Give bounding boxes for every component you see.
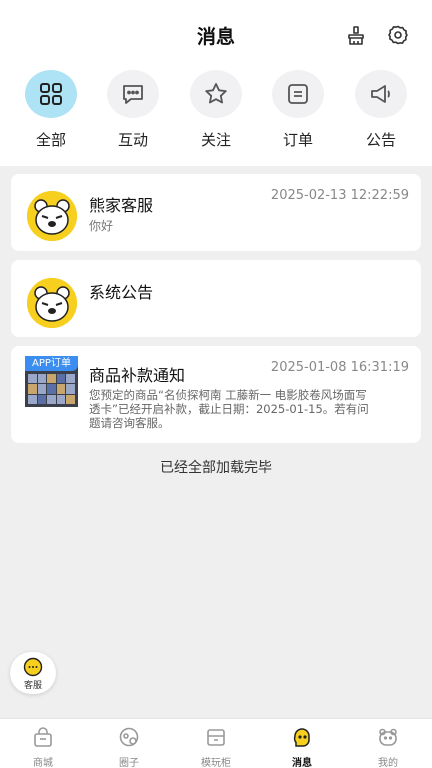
- chat-dots-icon: [23, 657, 43, 677]
- tab-label: 消息: [292, 758, 312, 768]
- message-preview: 你好: [89, 219, 114, 233]
- tab-label: 商城: [33, 758, 53, 768]
- star-icon: [190, 70, 242, 118]
- megaphone-icon: [355, 70, 407, 118]
- order-badge: APP订单: [25, 356, 78, 371]
- tab-label: 关注: [200, 131, 231, 149]
- tab-orders[interactable]: 订单: [263, 70, 333, 150]
- bear-face-icon: [379, 728, 397, 746]
- tab-circle[interactable]: 圈子: [99, 726, 159, 768]
- message-desc-line: 题请咨询客服。: [89, 416, 170, 430]
- tab-me[interactable]: 我的: [358, 726, 418, 768]
- tab-label: 订单: [282, 131, 313, 149]
- tab-shop[interactable]: 商城: [13, 726, 73, 768]
- product-thumbnail: APP订单: [25, 356, 78, 407]
- message-card-system[interactable]: 系统公告: [11, 260, 421, 337]
- all-loaded-text: 已经全部加载完毕: [160, 460, 272, 476]
- message-card-payment[interactable]: APP订单 商品补款通知 2025-01-08 16:31:19 您预定的商品“…: [11, 346, 421, 443]
- tab-label: 模玩柜: [201, 758, 231, 768]
- bear-avatar: [27, 191, 77, 241]
- tab-label: 全部: [35, 131, 66, 149]
- category-tabs: 全部 互动 关注 订单 公告: [0, 70, 432, 150]
- tab-label: 互动: [117, 131, 148, 149]
- tab-label: 公告: [365, 131, 396, 149]
- message-desc-line: 透卡”已经开启补款，截止日期：2025-01-15。若有问: [89, 402, 369, 416]
- cabinet-icon: [207, 729, 225, 746]
- bear-avatar: [27, 278, 77, 328]
- message-icon: [293, 728, 310, 747]
- order-icon: [272, 70, 324, 118]
- tab-messages[interactable]: 消息: [272, 726, 332, 768]
- chat-bubble-icon: [107, 70, 159, 118]
- message-time: 2025-02-13 12:22:59: [270, 188, 409, 203]
- message-card-service[interactable]: 熊家客服 2025-02-13 12:22:59 你好: [11, 174, 421, 251]
- message-sender: 系统公告: [89, 283, 154, 302]
- message-sender: 熊家客服: [89, 196, 154, 215]
- header-area: 消息 全部 互动 关注 订单 公告: [0, 0, 432, 166]
- service-label: 客服: [23, 681, 42, 691]
- tab-label: 圈子: [119, 758, 139, 768]
- tab-interaction[interactable]: 互动: [98, 70, 168, 150]
- tab-all[interactable]: 全部: [16, 70, 86, 150]
- tab-label: 我的: [378, 758, 398, 768]
- message-desc-line: 您预定的商品“名侦探柯南 工藤新一 电影胶卷风场面写: [89, 388, 367, 402]
- page-title: 消息: [196, 26, 235, 48]
- customer-service-button[interactable]: 客服: [10, 652, 56, 694]
- message-sender: 商品补款通知: [89, 366, 186, 385]
- shop-icon: [34, 727, 52, 747]
- grid-icon: [25, 70, 77, 118]
- tab-announcement[interactable]: 公告: [346, 70, 416, 150]
- gear-icon[interactable]: [387, 24, 409, 46]
- tab-follow[interactable]: 关注: [181, 70, 251, 150]
- bottom-tab-bar: 商城 圈子 模玩柜 消息 我的: [0, 718, 432, 768]
- message-time: 2025-01-08 16:31:19: [270, 360, 409, 375]
- tab-cabinet[interactable]: 模玩柜: [186, 726, 246, 768]
- broom-icon[interactable]: [345, 24, 367, 46]
- circle-icon: [119, 727, 139, 747]
